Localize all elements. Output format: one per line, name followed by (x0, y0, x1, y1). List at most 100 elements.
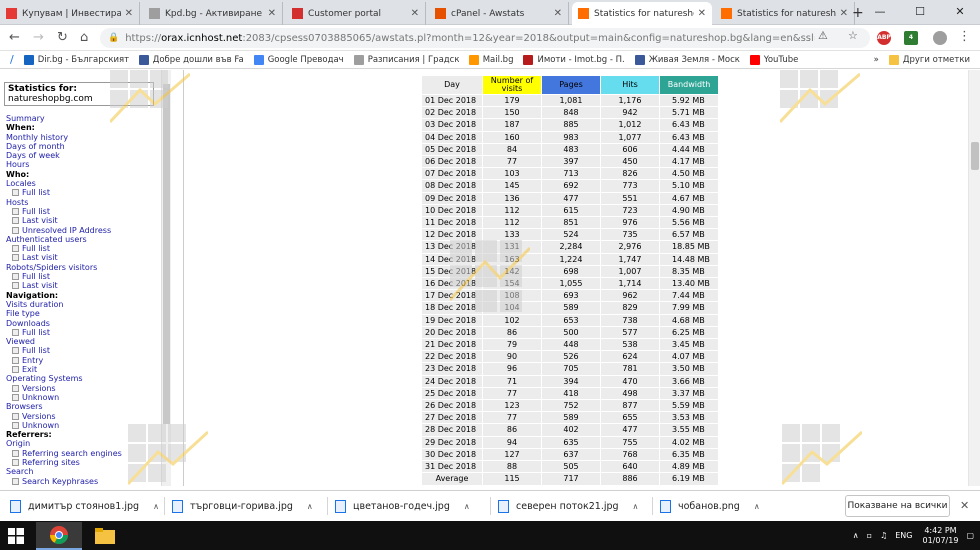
close-window-button[interactable]: ✕ (940, 0, 980, 25)
download-menu-chevron-icon[interactable]: ∧ (754, 502, 760, 511)
menu-link[interactable]: Entry (6, 356, 161, 365)
tab-close-icon[interactable]: ✕ (268, 8, 276, 19)
network-icon[interactable]: ▫ (867, 531, 872, 540)
table-row: 01 Dec 2018 179 1,081 1,176 5.92 MB (422, 95, 718, 107)
menu-link[interactable]: Locales (6, 179, 161, 188)
menu-link[interactable]: Full list (6, 207, 161, 216)
menu-kebab-icon[interactable]: ⋮ (958, 29, 971, 44)
download-item[interactable]: димитър стоянов1.jpg ∧ (10, 495, 159, 517)
menu-link[interactable]: Hours (6, 160, 161, 169)
browser-tab[interactable]: cPanel - Awstats ✕ (429, 2, 569, 25)
keyboard-language[interactable]: ENG (895, 531, 912, 540)
menu-link[interactable]: Authenticated users (6, 235, 161, 244)
menu-link[interactable]: Full list (6, 188, 161, 197)
address-url[interactable]: https://orax.icnhost.net:2083/cpsess0703… (125, 33, 815, 44)
menu-link[interactable]: Exit (6, 365, 161, 374)
tab-close-icon[interactable]: ✕ (840, 8, 848, 19)
tray-chevron-icon[interactable]: ∧ (853, 531, 859, 540)
bookmarks-overflow-icon[interactable]: » (874, 55, 879, 65)
browser-tab[interactable]: Kpd.bg - Активиране на ✕ (143, 2, 283, 25)
bookmark-item[interactable]: Разписания | Градск (353, 54, 459, 65)
bookmark-item[interactable]: Добре дошли във Fa (138, 54, 244, 65)
browser-tab[interactable]: Купувам | Инвестирам | ✕ (0, 2, 140, 25)
menu-link[interactable]: Full list (6, 346, 161, 355)
profile-avatar-icon[interactable] (933, 31, 947, 45)
translate-icon[interactable]: ⚠ (818, 29, 828, 42)
bookmark-item[interactable]: Mail.bg (468, 54, 513, 65)
bookmark-item[interactable]: YouTube (749, 54, 798, 65)
other-bookmarks[interactable]: Други отметки (888, 54, 970, 65)
menu-link[interactable]: Monthly history (6, 133, 161, 142)
watermark-graphic (128, 424, 208, 486)
menu-link[interactable]: Hosts (6, 198, 161, 207)
bookmark-label: Google Преводач (267, 54, 344, 65)
minimize-button[interactable]: — (860, 0, 900, 25)
menu-link[interactable]: Visits duration (6, 300, 161, 309)
menu-link[interactable]: Last visit (6, 281, 161, 290)
bookmark-item[interactable]: Dir.bg - Българският (23, 54, 129, 65)
chrome-taskbar-icon[interactable] (36, 522, 82, 550)
menu-link[interactable]: Versions (6, 384, 161, 393)
menu-link[interactable]: Viewed (6, 337, 161, 346)
show-all-downloads-button[interactable]: Показване на всички (845, 495, 950, 517)
forward-arrow-icon[interactable]: → (33, 30, 44, 45)
notifications-icon[interactable]: ▢ (966, 531, 974, 540)
download-menu-chevron-icon[interactable]: ∧ (153, 502, 159, 511)
download-item[interactable]: северен поток21.jpg ∧ (498, 495, 638, 517)
tab-close-icon[interactable]: ✕ (411, 8, 419, 19)
browser-toolbar: ← → ↻ ⌂ 🔒 https://orax.icnhost.net:2083/… (0, 25, 980, 51)
tab-close-icon[interactable]: ✕ (554, 8, 562, 19)
menu-link[interactable]: Browsers (6, 402, 161, 411)
menu-link[interactable]: Days of week (6, 151, 161, 160)
download-item[interactable]: чобанов.png ∧ (660, 495, 760, 517)
apps-icon[interactable]: / (10, 53, 14, 66)
file-explorer-taskbar-icon[interactable] (82, 522, 128, 550)
menu-scroll-thumb[interactable] (163, 84, 170, 424)
browser-tab[interactable]: Statistics for natureshop ✕ (715, 2, 855, 25)
menu-link[interactable]: Operating Systems (6, 374, 161, 383)
reload-icon[interactable]: ↻ (57, 30, 68, 45)
tab-close-icon[interactable]: ✕ (125, 8, 133, 19)
maximize-button[interactable]: ☐ (900, 0, 940, 25)
download-menu-chevron-icon[interactable]: ∧ (633, 502, 639, 511)
clock[interactable]: 4:42 PM 01/07/19 (923, 526, 959, 546)
bookmark-item[interactable]: Живая Земля - Моск (634, 54, 740, 65)
menu-link[interactable]: Unresolved IP Address (6, 226, 161, 235)
close-downloads-bar-icon[interactable]: ✕ (960, 499, 969, 512)
menu-link[interactable]: Last visit (6, 253, 161, 262)
menu-link[interactable]: Full list (6, 244, 161, 253)
menu-link[interactable]: File type (6, 309, 161, 318)
download-item[interactable]: цветанов-годеч.jpg ∧ (335, 495, 470, 517)
bookmark-item[interactable]: Имоти - Imot.bg - П. (523, 54, 625, 65)
menu-link[interactable]: Robots/Spiders visitors (6, 263, 161, 272)
back-arrow-icon[interactable]: ← (9, 30, 20, 45)
menu-link[interactable]: Full list (6, 272, 161, 281)
cell-hits: 735 (601, 229, 659, 241)
home-icon[interactable]: ⌂ (80, 30, 88, 45)
menu-link[interactable]: Downloads (6, 319, 161, 328)
menu-link[interactable]: Days of month (6, 142, 161, 151)
download-menu-chevron-icon[interactable]: ∧ (464, 502, 470, 511)
menu-link[interactable]: Last visit (6, 216, 161, 225)
download-menu-chevron-icon[interactable]: ∧ (307, 502, 313, 511)
cell-day: 22 Dec 2018 (422, 351, 482, 363)
browser-tab[interactable]: Customer portal ✕ (286, 2, 426, 25)
cell-hits: 1,007 (601, 265, 659, 278)
extension-icon[interactable]: 4 (904, 31, 918, 45)
cell-pages: 1,081 (542, 95, 600, 107)
tab-close-icon[interactable]: ✕ (698, 8, 706, 19)
browser-tab[interactable]: Statistics for natureshop ✕ (572, 2, 712, 25)
adblock-extension-icon[interactable]: ABP (877, 31, 891, 45)
header-day: Day (422, 76, 482, 94)
page-scrollbar[interactable] (968, 70, 980, 486)
menu-link[interactable]: Full list (6, 328, 161, 337)
bookmark-item[interactable]: Google Преводач (253, 54, 344, 65)
windows-start-icon[interactable] (8, 528, 24, 544)
bookmark-star-icon[interactable]: ☆ (848, 29, 858, 42)
volume-icon[interactable]: ♫ (880, 531, 887, 540)
menu-link[interactable]: Unknown (6, 393, 161, 402)
menu-link[interactable]: Versions (6, 412, 161, 421)
page-scroll-thumb[interactable] (971, 142, 979, 170)
address-bar[interactable]: 🔒 https://orax.icnhost.net:2083/cpsess07… (100, 28, 870, 48)
download-item[interactable]: търговци-горива.jpg ∧ (172, 495, 313, 517)
